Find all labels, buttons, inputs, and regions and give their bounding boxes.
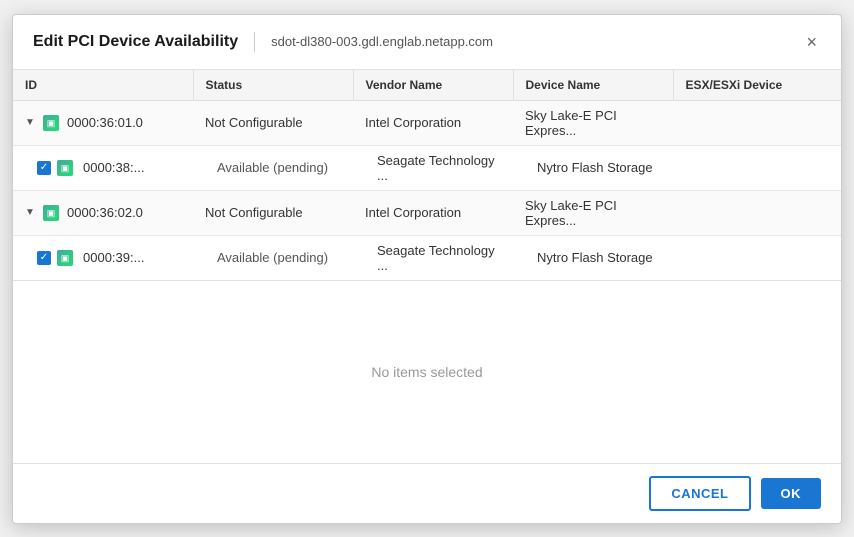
- tree-toggle-icon[interactable]: ▼: [25, 117, 37, 128]
- col-header-esx: ESX/ESXi Device: [673, 70, 841, 101]
- row-status: Available (pending): [193, 235, 353, 280]
- device-icon: ▣: [57, 250, 73, 266]
- header-divider: [254, 32, 255, 52]
- cancel-button[interactable]: CANCEL: [649, 476, 750, 511]
- table-header-row: ID Status Vendor Name Device Name ESX/ES…: [13, 70, 841, 101]
- row-status: Not Configurable: [193, 190, 353, 235]
- dialog-body: ID Status Vendor Name Device Name ESX/ES…: [13, 70, 841, 463]
- row-checkbox[interactable]: ✓: [37, 251, 51, 265]
- row-device: Nytro Flash Storage: [513, 235, 673, 280]
- row-id: 0000:38:...: [83, 160, 144, 175]
- row-id: 0000:36:02.0: [67, 205, 143, 220]
- device-icon: ▣: [43, 115, 59, 131]
- col-header-vendor: Vendor Name: [353, 70, 513, 101]
- edit-pci-dialog: Edit PCI Device Availability sdot-dl380-…: [12, 14, 842, 524]
- col-header-status: Status: [193, 70, 353, 101]
- device-icon: ▣: [43, 205, 59, 221]
- row-esx: [673, 145, 841, 190]
- row-device: Nytro Flash Storage: [513, 145, 673, 190]
- table-row: ▼ ▣ 0000:36:01.0 Not ConfigurableIntel Corp…: [13, 100, 841, 145]
- col-header-device: Device Name: [513, 70, 673, 101]
- row-vendor: Intel Corporation: [353, 100, 513, 145]
- row-device: Sky Lake-E PCI Expres...: [513, 190, 673, 235]
- dialog-subtitle: sdot-dl380-003.gdl.englab.netapp.com: [271, 34, 493, 49]
- row-esx: [673, 190, 841, 235]
- dialog-title: Edit PCI Device Availability: [33, 33, 238, 51]
- row-id: 0000:36:01.0: [67, 115, 143, 130]
- row-vendor: Seagate Technology ...: [353, 235, 513, 280]
- empty-area: No items selected: [13, 281, 841, 463]
- row-status: Available (pending): [193, 145, 353, 190]
- row-device: Sky Lake-E PCI Expres...: [513, 100, 673, 145]
- row-checkbox[interactable]: ✓: [37, 161, 51, 175]
- col-header-id: ID: [13, 70, 193, 101]
- table-row: ✓ ▣ 0000:39:... Available (pending)Seagate …: [13, 235, 841, 280]
- pci-table-container: ID Status Vendor Name Device Name ESX/ES…: [13, 70, 841, 281]
- close-button[interactable]: ×: [802, 31, 821, 53]
- tree-toggle-icon[interactable]: ▼: [25, 207, 37, 218]
- row-status: Not Configurable: [193, 100, 353, 145]
- ok-button[interactable]: OK: [761, 478, 822, 509]
- row-esx: [673, 235, 841, 280]
- empty-message: No items selected: [371, 364, 482, 380]
- dialog-header: Edit PCI Device Availability sdot-dl380-…: [13, 15, 841, 70]
- pci-table: ID Status Vendor Name Device Name ESX/ES…: [13, 70, 841, 280]
- table-row: ▼ ▣ 0000:36:02.0 Not ConfigurableIntel Corp…: [13, 190, 841, 235]
- row-vendor: Intel Corporation: [353, 190, 513, 235]
- device-icon: ▣: [57, 160, 73, 176]
- table-row: ✓ ▣ 0000:38:... Available (pending)Seagate …: [13, 145, 841, 190]
- row-esx: [673, 100, 841, 145]
- dialog-footer: CANCEL OK: [13, 463, 841, 523]
- row-vendor: Seagate Technology ...: [353, 145, 513, 190]
- row-id: 0000:39:...: [83, 250, 144, 265]
